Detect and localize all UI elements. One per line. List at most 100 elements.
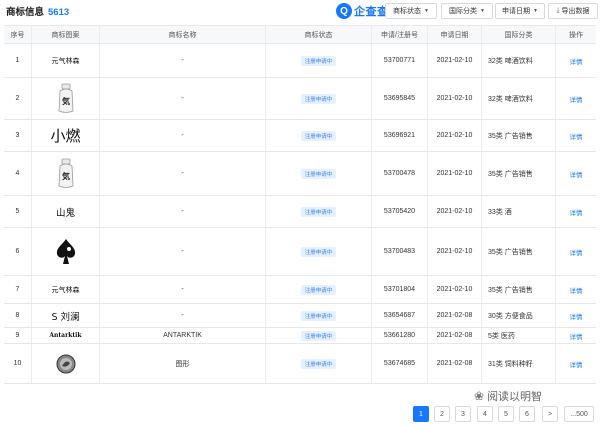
status-badge: 注册申请中 — [300, 130, 337, 141]
status-badge: 注册申请中 — [300, 206, 337, 217]
detail-link[interactable]: 详情 — [570, 247, 583, 257]
cell-reg-no: 53701804 — [372, 276, 428, 303]
cell-date: 2021-02-08 — [428, 328, 482, 343]
cell-class: 30类 方便食品 — [482, 304, 556, 327]
detail-link[interactable]: 详情 — [570, 94, 583, 104]
caret-down-icon: ▼ — [533, 8, 538, 14]
cell-trademark-image — [32, 344, 100, 383]
detail-link[interactable]: 详情 — [570, 56, 583, 66]
detail-link[interactable]: 详情 — [570, 131, 583, 141]
table-row: 9 Antarktik ANTARKTIK 注册申请中 53661280 2021-02-… — [4, 328, 596, 344]
table-header-row: 序号 商标图案 商标名称 商标状态 申请/注册号 申请日期 国际分类 操作 — [4, 26, 596, 44]
cell-action: 详情 — [556, 344, 596, 383]
trademark-text: S 刘澜 — [51, 311, 80, 323]
page-button-1[interactable]: 1 — [413, 406, 429, 422]
detail-link[interactable]: 详情 — [570, 207, 583, 217]
page-button-6[interactable]: 6 — [519, 406, 535, 422]
filter-status-dropdown[interactable]: 商标状态 ▼ — [385, 3, 437, 19]
bottle-logo-icon: 気 — [58, 158, 73, 188]
cell-seq: 5 — [4, 196, 32, 227]
cell-trademark-image — [32, 228, 100, 275]
table-row: 10 图形 注册申请中 53674685 2021-02-08 31类 饲料种籽 详情 — [4, 344, 596, 384]
cell-reg-no: 53700771 — [372, 44, 428, 77]
cell-action: 详情 — [556, 152, 596, 195]
cell-trademark-name: - — [100, 78, 266, 119]
spade-logo-icon — [56, 238, 75, 264]
wechat-icon: ❀ — [474, 389, 485, 403]
detail-link[interactable]: 详情 — [570, 285, 583, 295]
svg-text:気: 気 — [62, 96, 70, 106]
cell-date: 2021-02-10 — [428, 276, 482, 303]
cell-trademark-name: - — [100, 152, 266, 195]
cell-trademark-name: - — [100, 304, 266, 327]
col-header-reg-no: 申请/注册号 — [372, 26, 428, 43]
next-page-button[interactable]: > — [542, 406, 558, 422]
cell-trademark-image: 元气林森 — [32, 44, 100, 77]
caret-down-icon: ▼ — [424, 8, 429, 14]
cell-seq: 8 — [4, 304, 32, 327]
cell-date: 2021-02-10 — [428, 44, 482, 77]
cell-date: 2021-02-10 — [428, 78, 482, 119]
page-button-3[interactable]: 3 — [455, 406, 471, 422]
cell-reg-no: 53705420 — [372, 196, 428, 227]
cell-class: 33类 酒 — [482, 196, 556, 227]
cell-seq: 10 — [4, 344, 32, 383]
cell-trademark-name: - — [100, 228, 266, 275]
cell-class: 35类 广告销售 — [482, 228, 556, 275]
col-header-class: 国际分类 — [482, 26, 556, 43]
cell-reg-no: 53674685 — [372, 344, 428, 383]
cell-status: 注册申请中 — [266, 120, 372, 151]
cell-reg-no: 53654687 — [372, 304, 428, 327]
cell-class: 5类 医药 — [482, 328, 556, 343]
cell-reg-no: 53700478 — [372, 152, 428, 195]
table-row: 3 小燃 - 注册申请中 53696921 2021-02-10 35类 广告销售 详情 — [4, 120, 596, 152]
cell-action: 详情 — [556, 78, 596, 119]
cell-reg-no: 53696921 — [372, 120, 428, 151]
cell-class: 35类 广告销售 — [482, 152, 556, 195]
cell-action: 详情 — [556, 276, 596, 303]
cell-seq: 4 — [4, 152, 32, 195]
col-header-status: 商标状态 — [266, 26, 372, 43]
cell-class: 32类 啤酒饮料 — [482, 44, 556, 77]
filter-status-label: 商标状态 — [393, 8, 422, 15]
table-row: 4 気 - 注册申请中 53700478 2021-02-10 35类 广告销售 详情 — [4, 152, 596, 196]
status-badge: 注册申请中 — [300, 55, 337, 66]
cell-trademark-name: 图形 — [100, 344, 266, 383]
cell-seq: 6 — [4, 228, 32, 275]
page-button-5[interactable]: 5 — [498, 406, 514, 422]
cell-status: 注册申请中 — [266, 328, 372, 343]
col-header-date: 申请日期 — [428, 26, 482, 43]
svg-text:気: 気 — [62, 171, 70, 181]
table-row: 7 元气林森 - 注册申请中 53701804 2021-02-10 35类 广告销售 详情 — [4, 276, 596, 304]
cell-class: 35类 广告销售 — [482, 120, 556, 151]
bottle-logo-icon: 気 — [58, 83, 73, 113]
detail-link[interactable]: 详情 — [570, 169, 583, 179]
detail-link[interactable]: 详情 — [570, 359, 583, 369]
export-data-button[interactable]: ⤓ 导出数据 — [548, 3, 598, 19]
cell-class: 32类 啤酒饮料 — [482, 78, 556, 119]
detail-link[interactable]: 详情 — [570, 331, 583, 341]
page-button-4[interactable]: 4 — [477, 406, 493, 422]
last-page-button[interactable]: ...500 — [564, 406, 594, 422]
cell-trademark-name: - — [100, 276, 266, 303]
cell-seq: 3 — [4, 120, 32, 151]
cell-action: 详情 — [556, 304, 596, 327]
cell-status: 注册申请中 — [266, 44, 372, 77]
cell-trademark-image: 小燃 — [32, 120, 100, 151]
cell-status: 注册申请中 — [266, 228, 372, 275]
filter-class-dropdown[interactable]: 国际分类 ▼ — [441, 3, 493, 19]
col-header-image: 商标图案 — [32, 26, 100, 43]
cell-date: 2021-02-10 — [428, 152, 482, 195]
detail-link[interactable]: 详情 — [570, 311, 583, 321]
export-label: 导出数据 — [561, 8, 590, 15]
filter-date-dropdown[interactable]: 申请日期 ▼ — [495, 3, 545, 19]
cell-seq: 7 — [4, 276, 32, 303]
cell-action: 详情 — [556, 228, 596, 275]
page-button-2[interactable]: 2 — [434, 406, 450, 422]
cell-trademark-image: S 刘澜 — [32, 304, 100, 327]
status-badge: 注册申请中 — [300, 358, 337, 369]
status-badge: 注册申请中 — [300, 246, 337, 257]
status-badge: 注册申请中 — [300, 330, 337, 341]
cell-seq: 9 — [4, 328, 32, 343]
trademark-text: 元气林森 — [51, 286, 80, 294]
